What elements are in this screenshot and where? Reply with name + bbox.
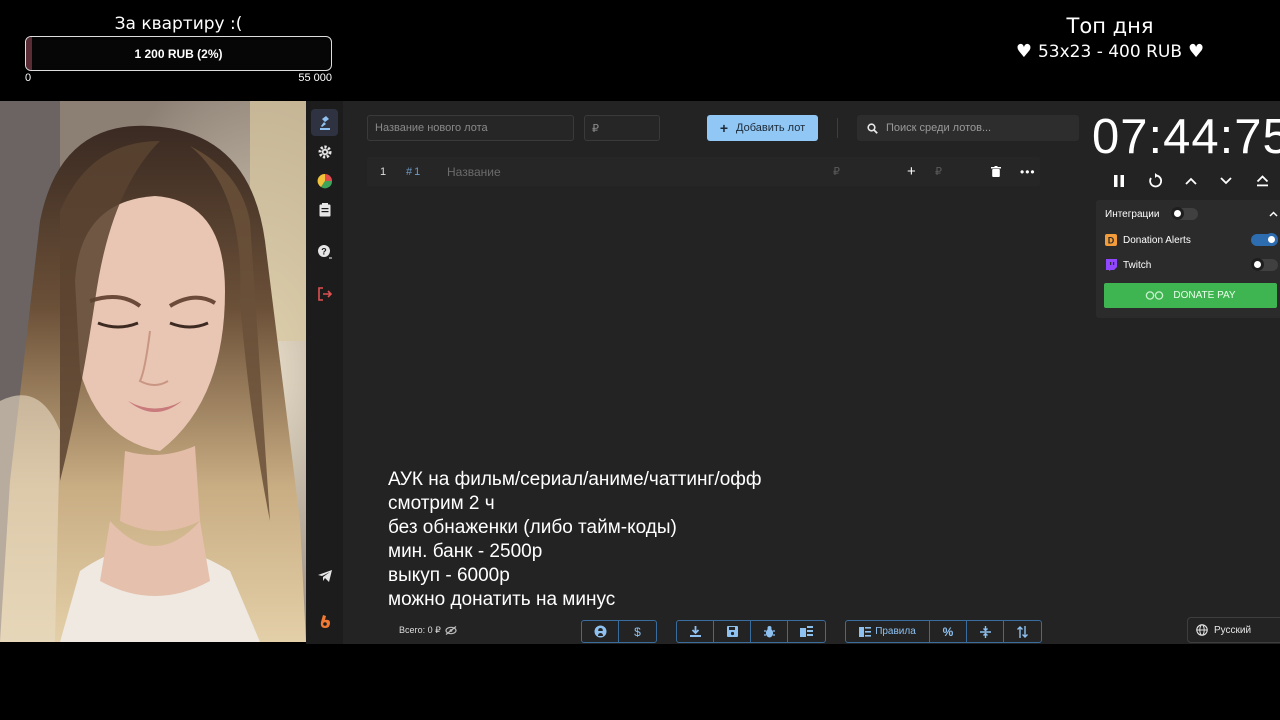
chevron-up-icon[interactable] xyxy=(1269,209,1278,220)
webcam-feed xyxy=(0,101,306,642)
links-group: $ xyxy=(581,620,657,643)
auction-app: ? Название нового лота ₽ + Добавить лот xyxy=(306,101,1280,644)
total-label: Всего: 0 ₽ xyxy=(399,625,441,635)
sort-arrows-icon[interactable] xyxy=(1004,621,1041,642)
rules-line: смотрим 2 ч xyxy=(388,493,495,514)
download-icon[interactable] xyxy=(677,621,714,642)
lot-search-input[interactable]: Поиск среди лотов... xyxy=(857,115,1079,141)
top-of-day: Топ дня ♥ 53x23 - 400 RUB ♥ xyxy=(990,14,1230,62)
auction-timer: 07:44:75 xyxy=(1092,110,1280,164)
total-sum: Всего: 0 ₽ xyxy=(399,625,457,636)
webcam-image xyxy=(0,101,306,642)
plus-icon: + xyxy=(719,120,729,136)
rules-line: АУК на фильм/сериал/аниме/чаттинг/офф xyxy=(388,469,762,490)
boosty-icon[interactable] xyxy=(311,608,338,635)
save-icon[interactable] xyxy=(714,621,751,642)
rules-line: без обнаженки (либо тайм-коды) xyxy=(388,517,677,538)
eye-slash-icon[interactable] xyxy=(445,626,457,635)
top-day-line: ♥ 53x23 - 400 RUB ♥ xyxy=(990,41,1230,62)
heart-icon: ♥ xyxy=(1015,41,1032,62)
rules-line: мин. банк - 2500р xyxy=(388,541,543,562)
auction-hammer-icon[interactable] xyxy=(311,109,338,136)
new-lot-amount-input[interactable]: ₽ xyxy=(584,115,660,141)
history-clipboard-icon[interactable] xyxy=(311,196,338,223)
donate-pay-label: DONATE PAY xyxy=(1173,290,1236,301)
chevron-up-icon[interactable] xyxy=(1181,171,1201,191)
bug-report-icon[interactable] xyxy=(751,621,788,642)
compress-icon[interactable] xyxy=(967,621,1004,642)
main-panel: Название нового лота ₽ + Добавить лот По… xyxy=(343,101,1280,644)
collapse-icon[interactable] xyxy=(1252,171,1272,191)
percent-icon[interactable]: % xyxy=(930,621,967,642)
pause-icon[interactable] xyxy=(1109,171,1129,191)
integration-name: Twitch xyxy=(1123,259,1152,271)
sidebar: ? xyxy=(306,101,343,644)
search-icon xyxy=(867,122,878,134)
goal-max: 55 000 xyxy=(298,72,332,84)
telegram-icon[interactable] xyxy=(311,562,338,589)
github-icon[interactable] xyxy=(582,621,619,642)
integrations-toggle[interactable] xyxy=(1171,207,1199,220)
load-list-icon[interactable] xyxy=(788,621,825,642)
settings-gear-icon[interactable] xyxy=(311,138,338,165)
svg-text:D: D xyxy=(1108,236,1115,246)
language-value: Русский xyxy=(1214,624,1252,636)
goal-min: 0 xyxy=(25,72,32,84)
add-amount-plus-icon[interactable]: + xyxy=(907,157,916,186)
twitch-icon xyxy=(1106,259,1117,271)
logout-icon[interactable] xyxy=(311,280,338,307)
restart-icon[interactable] xyxy=(1145,171,1165,191)
view-options-group: Правила % xyxy=(845,620,1042,643)
lot-amount[interactable]: ₽ xyxy=(833,157,840,186)
svg-text:?: ? xyxy=(321,246,327,256)
donation-alerts-toggle[interactable] xyxy=(1251,233,1278,246)
new-lot-name-input[interactable]: Название нового лота xyxy=(367,115,574,141)
lot-id[interactable]: #1 xyxy=(406,157,420,186)
top-day-entry: 53x23 - 400 RUB xyxy=(1037,41,1183,62)
file-actions-group xyxy=(676,620,826,643)
language-select[interactable]: Русский ⇕ xyxy=(1187,617,1280,643)
toolbar-divider xyxy=(837,118,838,138)
integrations-panel: Интеграции D Donation Alerts Twitch DONA… xyxy=(1096,200,1280,318)
integration-donation-alerts: D Donation Alerts xyxy=(1105,233,1278,246)
help-icon[interactable]: ? xyxy=(311,238,338,265)
stream-screen: За квартиру :( 1 200 RUB (2%) 0 55 000 Т… xyxy=(0,0,1280,720)
top-day-title: Топ дня xyxy=(1066,14,1154,38)
lot-add-amount-input[interactable]: ₽ xyxy=(935,157,942,186)
integrations-header: Интеграции xyxy=(1105,207,1278,220)
add-lot-label: Добавить лот xyxy=(736,122,806,134)
auction-rules-text: АУК на фильм/сериал/аниме/чаттинг/офф см… xyxy=(388,468,762,612)
goal-title: За квартиру :( xyxy=(114,14,243,34)
donation-alerts-icon: D xyxy=(1105,234,1117,246)
donation-goal: За квартиру :( 1 200 RUB (2%) 0 55 000 xyxy=(25,14,332,84)
lot-row: 1 #1 Название ₽ + ₽ ••• xyxy=(367,157,1040,186)
letterbox-bottom xyxy=(0,644,1280,720)
rules-line: можно донатить на минус xyxy=(388,589,616,610)
integrations-title: Интеграции xyxy=(1105,208,1160,220)
chevron-down-icon[interactable] xyxy=(1216,171,1236,191)
globe-icon xyxy=(1196,624,1208,636)
lot-id-value: 1 xyxy=(414,165,421,178)
goal-progress-label: 1 200 RUB (2%) xyxy=(134,46,223,61)
donate-pay-logo-icon xyxy=(1146,291,1164,300)
lot-name-input[interactable]: Название xyxy=(447,157,501,186)
integration-name: Donation Alerts xyxy=(1123,234,1191,246)
add-lot-button[interactable]: + Добавить лот xyxy=(707,115,818,141)
more-options-icon[interactable]: ••• xyxy=(1020,157,1036,186)
rules-line: выкуп - 6000р xyxy=(388,565,510,586)
rules-button-label: Правила xyxy=(875,626,916,637)
rules-list-icon xyxy=(859,626,872,637)
heart-icon: ♥ xyxy=(1188,41,1205,62)
wheel-chart-icon[interactable] xyxy=(311,167,338,194)
donate-pay-button[interactable]: DONATE PAY xyxy=(1104,283,1277,308)
donate-dollar-icon[interactable]: $ xyxy=(619,621,656,642)
integration-twitch: Twitch xyxy=(1105,258,1278,271)
goal-progress-bar: 1 200 RUB (2%) xyxy=(25,36,332,71)
rules-button[interactable]: Правила xyxy=(846,621,930,642)
hash-icon: # xyxy=(406,165,413,178)
search-placeholder: Поиск среди лотов... xyxy=(886,122,992,134)
twitch-toggle[interactable] xyxy=(1251,258,1278,271)
delete-trash-icon[interactable] xyxy=(991,157,1001,186)
lot-number: 1 xyxy=(380,165,387,178)
